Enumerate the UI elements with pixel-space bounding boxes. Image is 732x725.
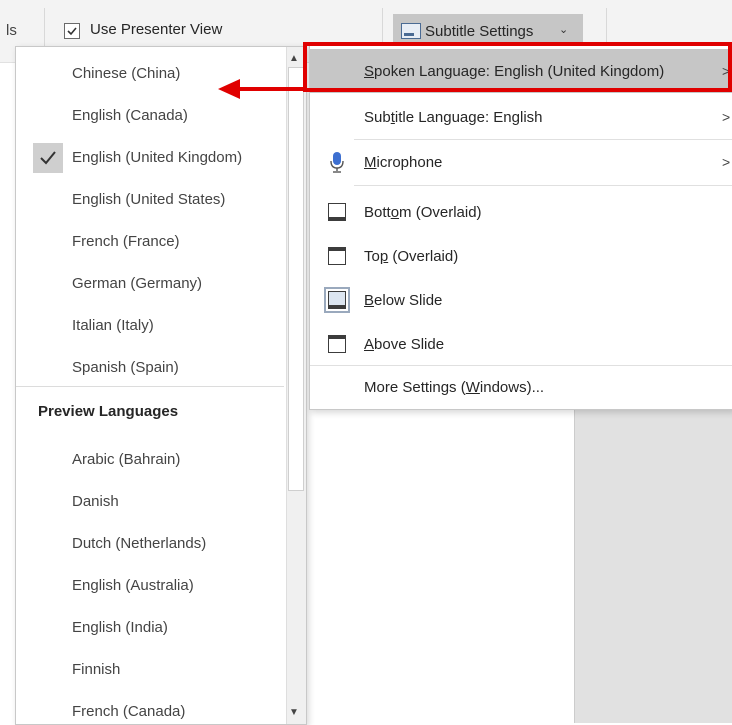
above-slide-item[interactable]: Above Slide <box>310 323 732 365</box>
language-item-spanish-spain[interactable]: Spanish (Spain) <box>16 347 284 387</box>
slide-area <box>574 406 732 723</box>
language-label: Finnish <box>72 661 121 678</box>
slide-edge <box>574 406 575 723</box>
below-slide-icon <box>324 287 350 313</box>
language-label: Italian (Italy) <box>72 317 154 334</box>
language-label: German (Germany) <box>72 275 203 292</box>
top-overlaid-item[interactable]: Top (Overlaid) <box>310 235 732 277</box>
below-slide-item[interactable]: Below Slide <box>310 279 732 321</box>
spoken-language-list: Chinese (China) English (Canada) English… <box>15 46 307 725</box>
language-item-finnish[interactable]: Finnish <box>16 649 284 689</box>
language-label: Dutch (Netherlands) <box>72 535 207 552</box>
menu-separator <box>310 365 732 366</box>
subtitle-settings-menu: Spoken Language: English (United Kingdom… <box>309 44 732 410</box>
more-settings-label: More Settings (Windows)... <box>364 379 545 396</box>
spoken-language-label: Spoken Language: English (United Kingdom… <box>364 63 665 80</box>
language-label: Arabic (Bahrain) <box>72 451 181 468</box>
language-item-english-uk[interactable]: English (United Kingdom) <box>16 137 284 177</box>
ribbon-cut-label: ls <box>6 22 17 39</box>
language-item-french-france[interactable]: French (France) <box>16 221 284 261</box>
language-item-italian-italy[interactable]: Italian (Italy) <box>16 305 284 345</box>
language-item-dutch-netherlands[interactable]: Dutch (Netherlands) <box>16 523 284 563</box>
preview-languages-heading: Preview Languages <box>38 403 179 420</box>
scroll-up-icon[interactable]: ▲ <box>289 53 299 64</box>
language-label: Spanish (Spain) <box>72 359 179 376</box>
scroll-down-icon[interactable]: ▼ <box>289 707 299 718</box>
top-overlaid-icon <box>328 247 346 265</box>
subtitle-language-item[interactable]: Subtitle Language: English > <box>310 97 732 137</box>
language-label: English (United Kingdom) <box>72 149 243 166</box>
submenu-arrow-icon: > <box>722 154 731 170</box>
checkmark-icon <box>40 151 56 165</box>
language-item-german-germany[interactable]: German (Germany) <box>16 263 284 303</box>
check-icon <box>67 27 77 36</box>
language-label: English (United States) <box>72 191 226 208</box>
language-item-english-india[interactable]: English (India) <box>16 607 284 647</box>
language-item-english-us[interactable]: English (United States) <box>16 179 284 219</box>
scrollbar-thumb[interactable] <box>288 67 304 491</box>
subtitle-settings-icon <box>401 23 421 39</box>
bottom-overlaid-icon <box>328 203 346 221</box>
top-overlaid-label: Top (Overlaid) <box>364 248 459 265</box>
language-item-english-australia[interactable]: English (Australia) <box>16 565 284 605</box>
language-label: Danish <box>72 493 119 510</box>
more-settings-item[interactable]: More Settings (Windows)... <box>310 367 732 407</box>
language-item-arabic-bahrain[interactable]: Arabic (Bahrain) <box>16 439 284 479</box>
use-presenter-view-label: Use Presenter View <box>90 21 223 38</box>
above-slide-icon <box>328 335 346 353</box>
language-label: English (Australia) <box>72 577 194 594</box>
menu-separator <box>354 139 732 140</box>
subtitle-language-label: Subtitle Language: English <box>364 109 543 126</box>
selected-check <box>33 143 63 173</box>
use-presenter-view-checkbox[interactable] <box>64 23 80 39</box>
subtitle-settings-label: Subtitle Settings <box>425 23 534 40</box>
microphone-label: Microphone <box>364 154 443 171</box>
submenu-arrow-icon: > <box>722 63 731 79</box>
bottom-overlaid-item[interactable]: Bottom (Overlaid) <box>310 191 732 233</box>
microphone-item[interactable]: Microphone > <box>310 141 732 183</box>
submenu-arrow-icon: > <box>722 109 731 125</box>
language-item-french-canada[interactable]: French (Canada) <box>16 691 284 724</box>
language-label: Chinese (China) <box>72 65 181 82</box>
chevron-down-icon: ⌄ <box>559 24 569 36</box>
bottom-overlaid-label: Bottom (Overlaid) <box>364 204 482 221</box>
language-label: French (France) <box>72 233 180 250</box>
language-item-danish[interactable]: Danish <box>16 481 284 521</box>
language-label: English (India) <box>72 619 168 636</box>
below-slide-label: Below Slide <box>364 292 443 309</box>
language-divider <box>16 386 284 387</box>
language-label: English (Canada) <box>72 107 188 124</box>
microphone-icon <box>330 152 344 173</box>
menu-separator <box>354 185 732 186</box>
annotation-arrow-icon <box>218 79 306 99</box>
language-label: French (Canada) <box>72 703 186 720</box>
above-slide-label: Above Slide <box>364 336 445 353</box>
spoken-language-item[interactable]: Spoken Language: English (United Kingdom… <box>310 49 732 93</box>
